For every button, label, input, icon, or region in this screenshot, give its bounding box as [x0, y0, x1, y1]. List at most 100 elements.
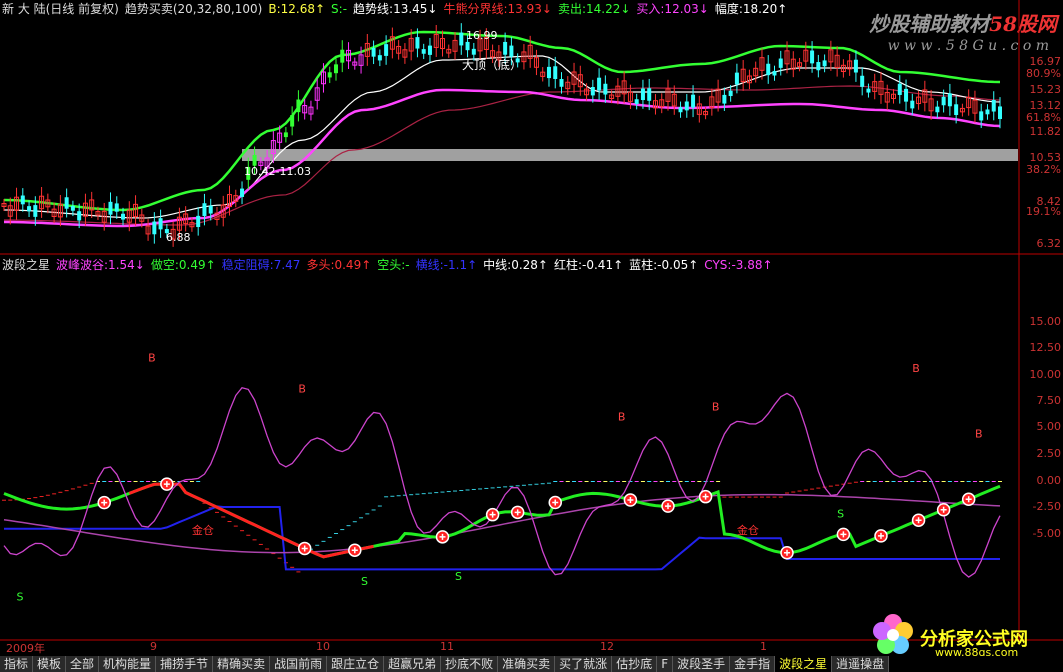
percent-tick: 80.9%	[1026, 67, 1061, 80]
percent-tick: 38.2%	[1026, 163, 1061, 176]
candle-body	[897, 83, 902, 95]
buy-signal-label: B	[298, 383, 306, 396]
candle-body	[114, 203, 119, 212]
histogram-bar	[415, 493, 420, 495]
chart-canvas[interactable]: 金仓 金仓 S S S S B B B B B B	[0, 0, 1063, 672]
histogram-bar	[910, 481, 915, 482]
candle-body	[954, 104, 959, 116]
histogram-bar	[609, 481, 614, 482]
indicator-tab[interactable]: 超赢兄弟	[384, 656, 442, 672]
histogram-bar	[966, 481, 971, 482]
buy-signal-label: B	[975, 427, 983, 440]
date-label: 9	[150, 640, 157, 653]
histogram-bar	[872, 481, 877, 482]
indicator-tab[interactable]: 全部	[66, 656, 100, 672]
histogram-bar	[853, 481, 858, 483]
candle-body	[546, 66, 551, 79]
histogram-bar	[102, 481, 107, 482]
histogram-bar	[691, 481, 696, 482]
candle-body	[853, 59, 858, 73]
histogram-bar	[603, 481, 608, 482]
histogram-bar	[904, 481, 909, 482]
candle-body	[20, 195, 25, 205]
histogram-bar	[772, 496, 777, 498]
histogram-bar	[672, 481, 677, 482]
candle-body	[691, 94, 696, 108]
histogram-bar	[146, 481, 151, 482]
candle-body	[283, 132, 288, 138]
histogram-bar	[897, 481, 902, 482]
histogram-bar	[365, 513, 370, 515]
indicator-tab[interactable]: 抄底不败	[441, 656, 499, 672]
histogram-bar	[941, 481, 946, 482]
indicator-tab[interactable]: 波段之星	[775, 656, 833, 672]
histogram-bar	[440, 491, 445, 493]
candle-body	[27, 206, 32, 212]
candle-body	[334, 64, 338, 74]
candle-body	[985, 109, 990, 115]
range-label: 10.42-11.03	[244, 165, 311, 178]
price-tick: 15.23	[1029, 83, 1062, 96]
indicator-tab[interactable]: 逍遥操盘	[832, 656, 890, 672]
histogram-bar	[985, 481, 990, 482]
histogram-bar	[634, 481, 639, 482]
indicator-tab[interactable]: 捕捞手节	[156, 656, 214, 672]
histogram-bar	[27, 498, 32, 500]
indicator-tab[interactable]: 准确买卖	[498, 656, 556, 672]
indicator-tab[interactable]: 战国前雨	[270, 656, 328, 672]
candle-body	[240, 188, 245, 197]
position-label: 金仓	[737, 523, 759, 537]
candle-body	[196, 215, 201, 228]
candle-body	[910, 100, 915, 109]
oscillator-tick: -2.50	[1032, 500, 1061, 513]
candle-body	[684, 101, 689, 111]
histogram-bar	[891, 481, 896, 482]
histogram-bar	[521, 484, 526, 486]
candle-body	[465, 41, 470, 51]
histogram-bar	[697, 481, 702, 482]
histogram-bar	[572, 481, 577, 482]
histogram-bar	[622, 481, 627, 482]
candle-body	[866, 88, 871, 93]
histogram-bar	[296, 571, 301, 573]
histogram-bar	[64, 490, 69, 492]
indicator-tab[interactable]: 买了就涨	[555, 656, 613, 672]
indicator-tab[interactable]: 精确买卖	[213, 656, 271, 672]
indicator-tab[interactable]: 模板	[33, 656, 67, 672]
candle-body	[603, 83, 608, 95]
bull-bear-momentum-line	[3, 482, 1001, 559]
indicator-tab[interactable]: 机构能量	[99, 656, 157, 672]
indicator-tab[interactable]: 波段圣手	[673, 656, 731, 672]
histogram-bar	[246, 534, 251, 536]
histogram-bar	[954, 481, 959, 482]
histogram-bar	[640, 481, 645, 482]
histogram-bar	[240, 530, 245, 532]
histogram-bar	[653, 481, 658, 482]
candle-body	[860, 75, 865, 87]
low-price-label: 6.88	[166, 231, 191, 244]
histogram-bar	[427, 492, 432, 494]
histogram-bar	[8, 499, 13, 501]
histogram-bar	[972, 481, 977, 482]
candle-body	[590, 87, 595, 96]
indicator-tab[interactable]: 指标	[0, 656, 34, 672]
histogram-bar	[947, 481, 952, 482]
candle-body	[722, 94, 727, 104]
indicator-tab[interactable]: 估抄底	[612, 656, 658, 672]
histogram-bar	[434, 492, 439, 494]
indicator-tab[interactable]: 跟庄立仓	[327, 656, 385, 672]
histogram-bar	[810, 488, 815, 490]
histogram-bar	[83, 484, 88, 486]
histogram-bar	[58, 491, 63, 493]
histogram-bar	[766, 496, 771, 498]
candle-body	[459, 32, 464, 46]
histogram-bar	[860, 481, 865, 482]
histogram-bar	[340, 529, 345, 531]
indicator-tab[interactable]: F	[657, 656, 674, 672]
histogram-bar	[377, 505, 382, 507]
histogram-bar	[878, 481, 883, 482]
indicator-tab[interactable]: 金手指	[730, 656, 776, 672]
high-price-label: 16.99	[466, 29, 498, 42]
histogram-bar	[346, 525, 351, 527]
percent-tick: 61.8%	[1026, 111, 1061, 124]
